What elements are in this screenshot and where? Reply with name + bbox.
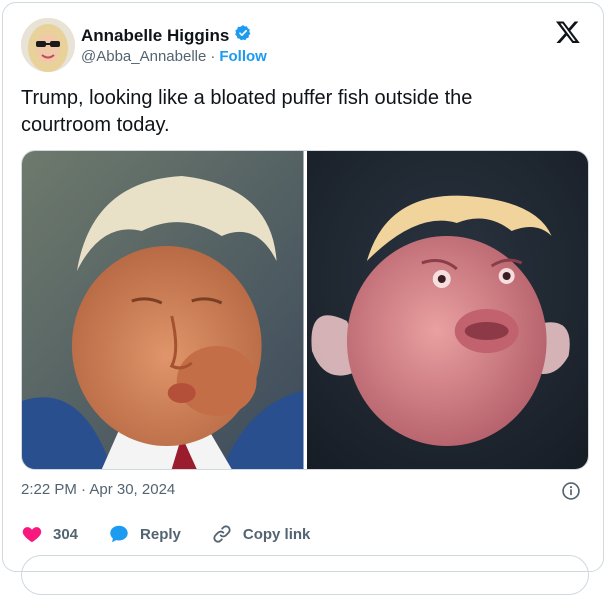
action-bar: 304 Reply Copy link [21, 523, 340, 545]
follow-button[interactable]: Follow [219, 48, 267, 65]
tweet-card: Annabelle Higgins @Abba_Annabelle · Foll… [2, 2, 604, 595]
like-count: 304 [53, 525, 79, 543]
reply-bubble-icon [108, 523, 130, 545]
author-handle[interactable]: @Abba_Annabelle [81, 48, 206, 65]
tweet-timestamp[interactable]: 2:22 PM · Apr 30, 2024 [21, 481, 175, 498]
heart-icon [21, 523, 43, 545]
tweet-text: Trump, looking like a bloated puffer fis… [21, 87, 473, 136]
copy-link-label: Copy link [242, 525, 311, 543]
author-row: Annabelle Higgins [81, 24, 252, 47]
avatar[interactable] [21, 18, 75, 72]
info-icon[interactable] [561, 481, 581, 501]
man-photo[interactable] [22, 151, 304, 469]
link-icon [211, 523, 233, 545]
separator-dot: · [210, 48, 216, 65]
read-replies-button[interactable] [21, 555, 589, 595]
handle-row: @Abba_Annabelle · Follow [81, 48, 267, 65]
media-grid[interactable] [21, 150, 589, 470]
author-name[interactable]: Annabelle Higgins [81, 26, 229, 46]
reply-button[interactable]: Reply [108, 523, 181, 545]
fish-photo[interactable] [306, 151, 588, 469]
copy-link-button[interactable]: Copy link [211, 523, 311, 545]
x-logo-icon[interactable] [555, 19, 581, 45]
like-button[interactable]: 304 [21, 523, 78, 545]
verified-badge-icon [234, 24, 252, 47]
reply-label: Reply [140, 525, 181, 543]
